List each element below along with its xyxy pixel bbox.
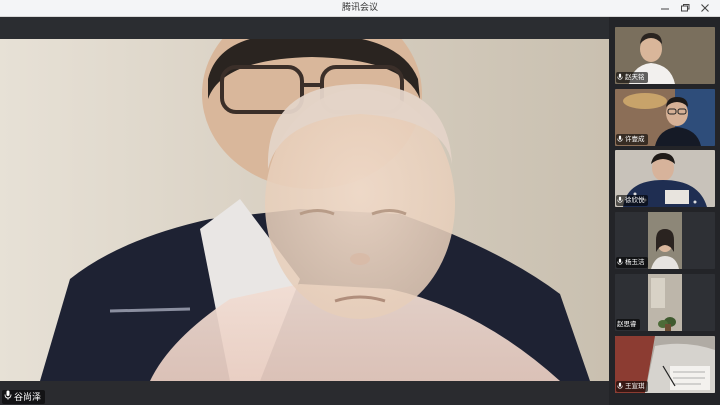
microphone-icon xyxy=(617,196,623,204)
microphone-icon xyxy=(617,73,623,81)
participant-tile[interactable]: 徐欣悦 xyxy=(615,150,715,207)
participant-tile[interactable]: 王宣琪 xyxy=(615,336,715,393)
participant-tile[interactable]: 赵思睿 xyxy=(615,274,715,331)
close-icon[interactable] xyxy=(698,2,712,14)
participant-name-label: 赵天铭 xyxy=(616,72,648,83)
participant-tile[interactable]: 赵天铭 xyxy=(615,27,715,84)
minimize-icon[interactable] xyxy=(658,2,672,14)
main-bottom-bar xyxy=(0,381,609,405)
participant-name-label: 赵思睿 xyxy=(616,319,640,330)
title-bar: 腾讯会议 xyxy=(0,0,720,17)
participant-name-label: 徐欣悦 xyxy=(616,195,648,206)
main-video[interactable] xyxy=(0,39,609,381)
main-speaker-label: 谷尚泽 xyxy=(2,390,46,405)
microphone-icon xyxy=(4,390,12,405)
microphone-icon xyxy=(617,258,623,266)
restore-icon[interactable] xyxy=(678,2,692,14)
main-speaker-name: 谷尚泽 xyxy=(14,393,42,403)
microphone-icon xyxy=(617,135,623,143)
window-title: 腾讯会议 xyxy=(341,3,378,13)
participant-tile[interactable]: 杨玉洁 xyxy=(615,212,715,269)
participant-name-label: 许壹成 xyxy=(616,134,648,145)
main-top-bar xyxy=(0,17,609,39)
microphone-icon xyxy=(617,382,623,390)
participant-name-label: 王宣琪 xyxy=(616,381,648,392)
participant-name-label: 杨玉洁 xyxy=(616,257,648,268)
participant-tile[interactable]: 许壹成 xyxy=(615,89,715,146)
